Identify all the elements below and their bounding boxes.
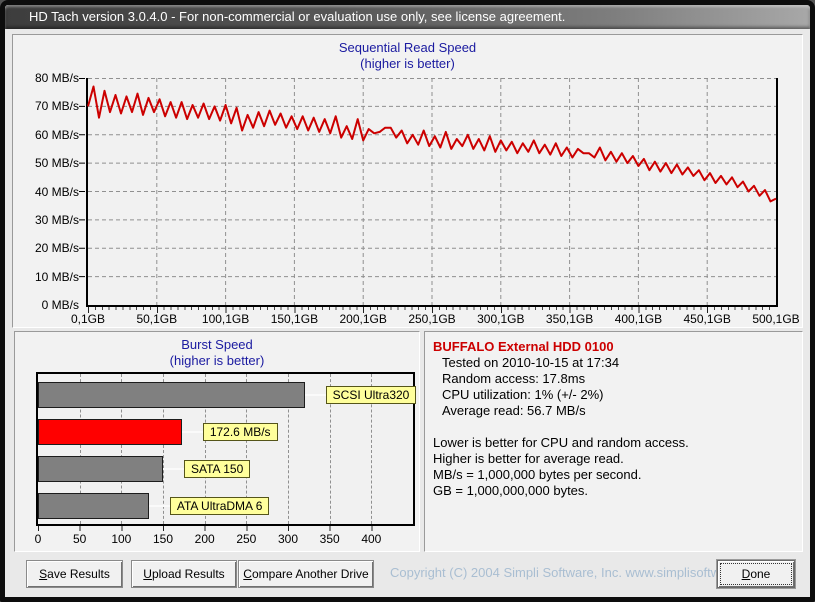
burst-speed-panel: Burst Speed (higher is better) SCSI Ultr… (14, 331, 420, 552)
chart-title-text: Burst Speed (15, 337, 419, 353)
save-results-button[interactable]: Save Results (26, 560, 123, 588)
upload-results-button[interactable]: Upload Results (131, 560, 237, 588)
x-tick-label: 200,1GB (340, 312, 387, 326)
y-tick-label: 50 MB/s (15, 156, 79, 170)
drive-name: BUFFALO External HDD 0100 (433, 338, 794, 355)
window-title: HD Tach version 3.0.4.0 - For non-commer… (29, 9, 565, 24)
bar-value-label: ATA UltraDMA 6 (170, 497, 270, 515)
burst-tick-label: 100 (111, 532, 131, 546)
info-line: Tested on 2010-10-15 at 17:34 (433, 355, 794, 371)
info-line: Lower is better for CPU and random acces… (433, 435, 794, 451)
x-tick-label: 100,1GB (202, 312, 249, 326)
x-tick-label: 0,1GB (71, 312, 105, 326)
sequential-read-panel: Sequential Read Speed (higher is better)… (12, 34, 803, 328)
drive-info-lines: Tested on 2010-10-15 at 17:34Random acce… (433, 355, 794, 499)
info-line: Average read: 56.7 MB/s (433, 403, 794, 419)
burst-chart-title: Burst Speed (higher is better) (15, 337, 419, 369)
info-line: MB/s = 1,000,000 bytes per second. (433, 467, 794, 483)
burst-bar-sata-150 (38, 456, 163, 482)
burst-tick-label: 150 (153, 532, 173, 546)
burst-tick-label: 350 (320, 532, 340, 546)
bar-value-label: SATA 150 (184, 460, 250, 478)
done-button[interactable]: Done (717, 560, 795, 588)
info-line (433, 419, 794, 435)
y-tick-label: 80 MB/s (15, 71, 79, 85)
burst-tick-label: 400 (361, 532, 381, 546)
burst-axis-ticks (38, 526, 413, 531)
x-tick-label: 250,1GB (408, 312, 455, 326)
info-line: Higher is better for average read. (433, 451, 794, 467)
info-line: Random access: 17.8ms (433, 371, 794, 387)
y-tick-label: 30 MB/s (15, 213, 79, 227)
bar-connector (182, 431, 203, 433)
sequential-line-chart (88, 78, 776, 305)
y-tick-label: 10 MB/s (15, 270, 79, 284)
info-line: GB = 1,000,000,000 bytes. (433, 483, 794, 499)
x-tick-label: 300,1GB (477, 312, 524, 326)
burst-plot-area: SCSI Ultra320 172.6 MB/s SATA 150 ATA Ultra… (36, 372, 415, 526)
chart-title-text: Sequential Read Speed (13, 40, 802, 56)
bar-connector (149, 505, 170, 507)
burst-bar-scsi-ultra320 (38, 382, 305, 408)
burst-tick-label: 250 (236, 532, 256, 546)
y-tick-label: 0 MB/s (15, 298, 79, 312)
burst-tick-label: 50 (73, 532, 86, 546)
copyright-text: Copyright (C) 2004 Simpli Software, Inc.… (390, 565, 712, 580)
hd-tach-window: HD Tach version 3.0.4.0 - For non-commer… (0, 0, 815, 602)
drive-info-panel: BUFFALO External HDD 0100 Tested on 2010… (424, 331, 803, 552)
chart-subtitle-text: (higher is better) (15, 353, 419, 369)
burst-tick-label: 200 (195, 532, 215, 546)
x-tick-label: 350,1GB (546, 312, 593, 326)
y-tick-label: 60 MB/s (15, 128, 79, 142)
compare-another-drive-button[interactable]: Compare Another Drive (238, 560, 374, 588)
info-line: CPU utilization: 1% (+/- 2%) (433, 387, 794, 403)
chart-subtitle-text: (higher is better) (13, 56, 802, 72)
burst-tick-label: 0 (35, 532, 42, 546)
x-tick-label: 150,1GB (271, 312, 318, 326)
client-area: Sequential Read Speed (higher is better)… (5, 29, 810, 597)
bar-connector (305, 394, 326, 396)
sequential-plot-area (86, 78, 778, 307)
bar-value-label: SCSI Ultra320 (326, 386, 417, 404)
y-tick-label: 70 MB/s (15, 99, 79, 113)
x-tick-label: 50,1GB (136, 312, 177, 326)
x-tick-label: 450,1GB (684, 312, 731, 326)
burst-tick-label: 300 (278, 532, 298, 546)
bar-connector (163, 468, 184, 470)
bar-value-label: 172.6 MB/s (203, 423, 278, 441)
title-bar[interactable]: HD Tach version 3.0.4.0 - For non-commer… (5, 5, 810, 29)
burst-bar-ata-ultradma-6 (38, 493, 149, 519)
y-tick-label: 40 MB/s (15, 185, 79, 199)
burst-bar-tested-drive (38, 419, 182, 445)
x-tick-label: 500,1GB (752, 312, 799, 326)
sequential-chart-title: Sequential Read Speed (higher is better) (13, 40, 802, 72)
y-tick-label: 20 MB/s (15, 241, 79, 255)
x-tick-label: 400,1GB (615, 312, 662, 326)
